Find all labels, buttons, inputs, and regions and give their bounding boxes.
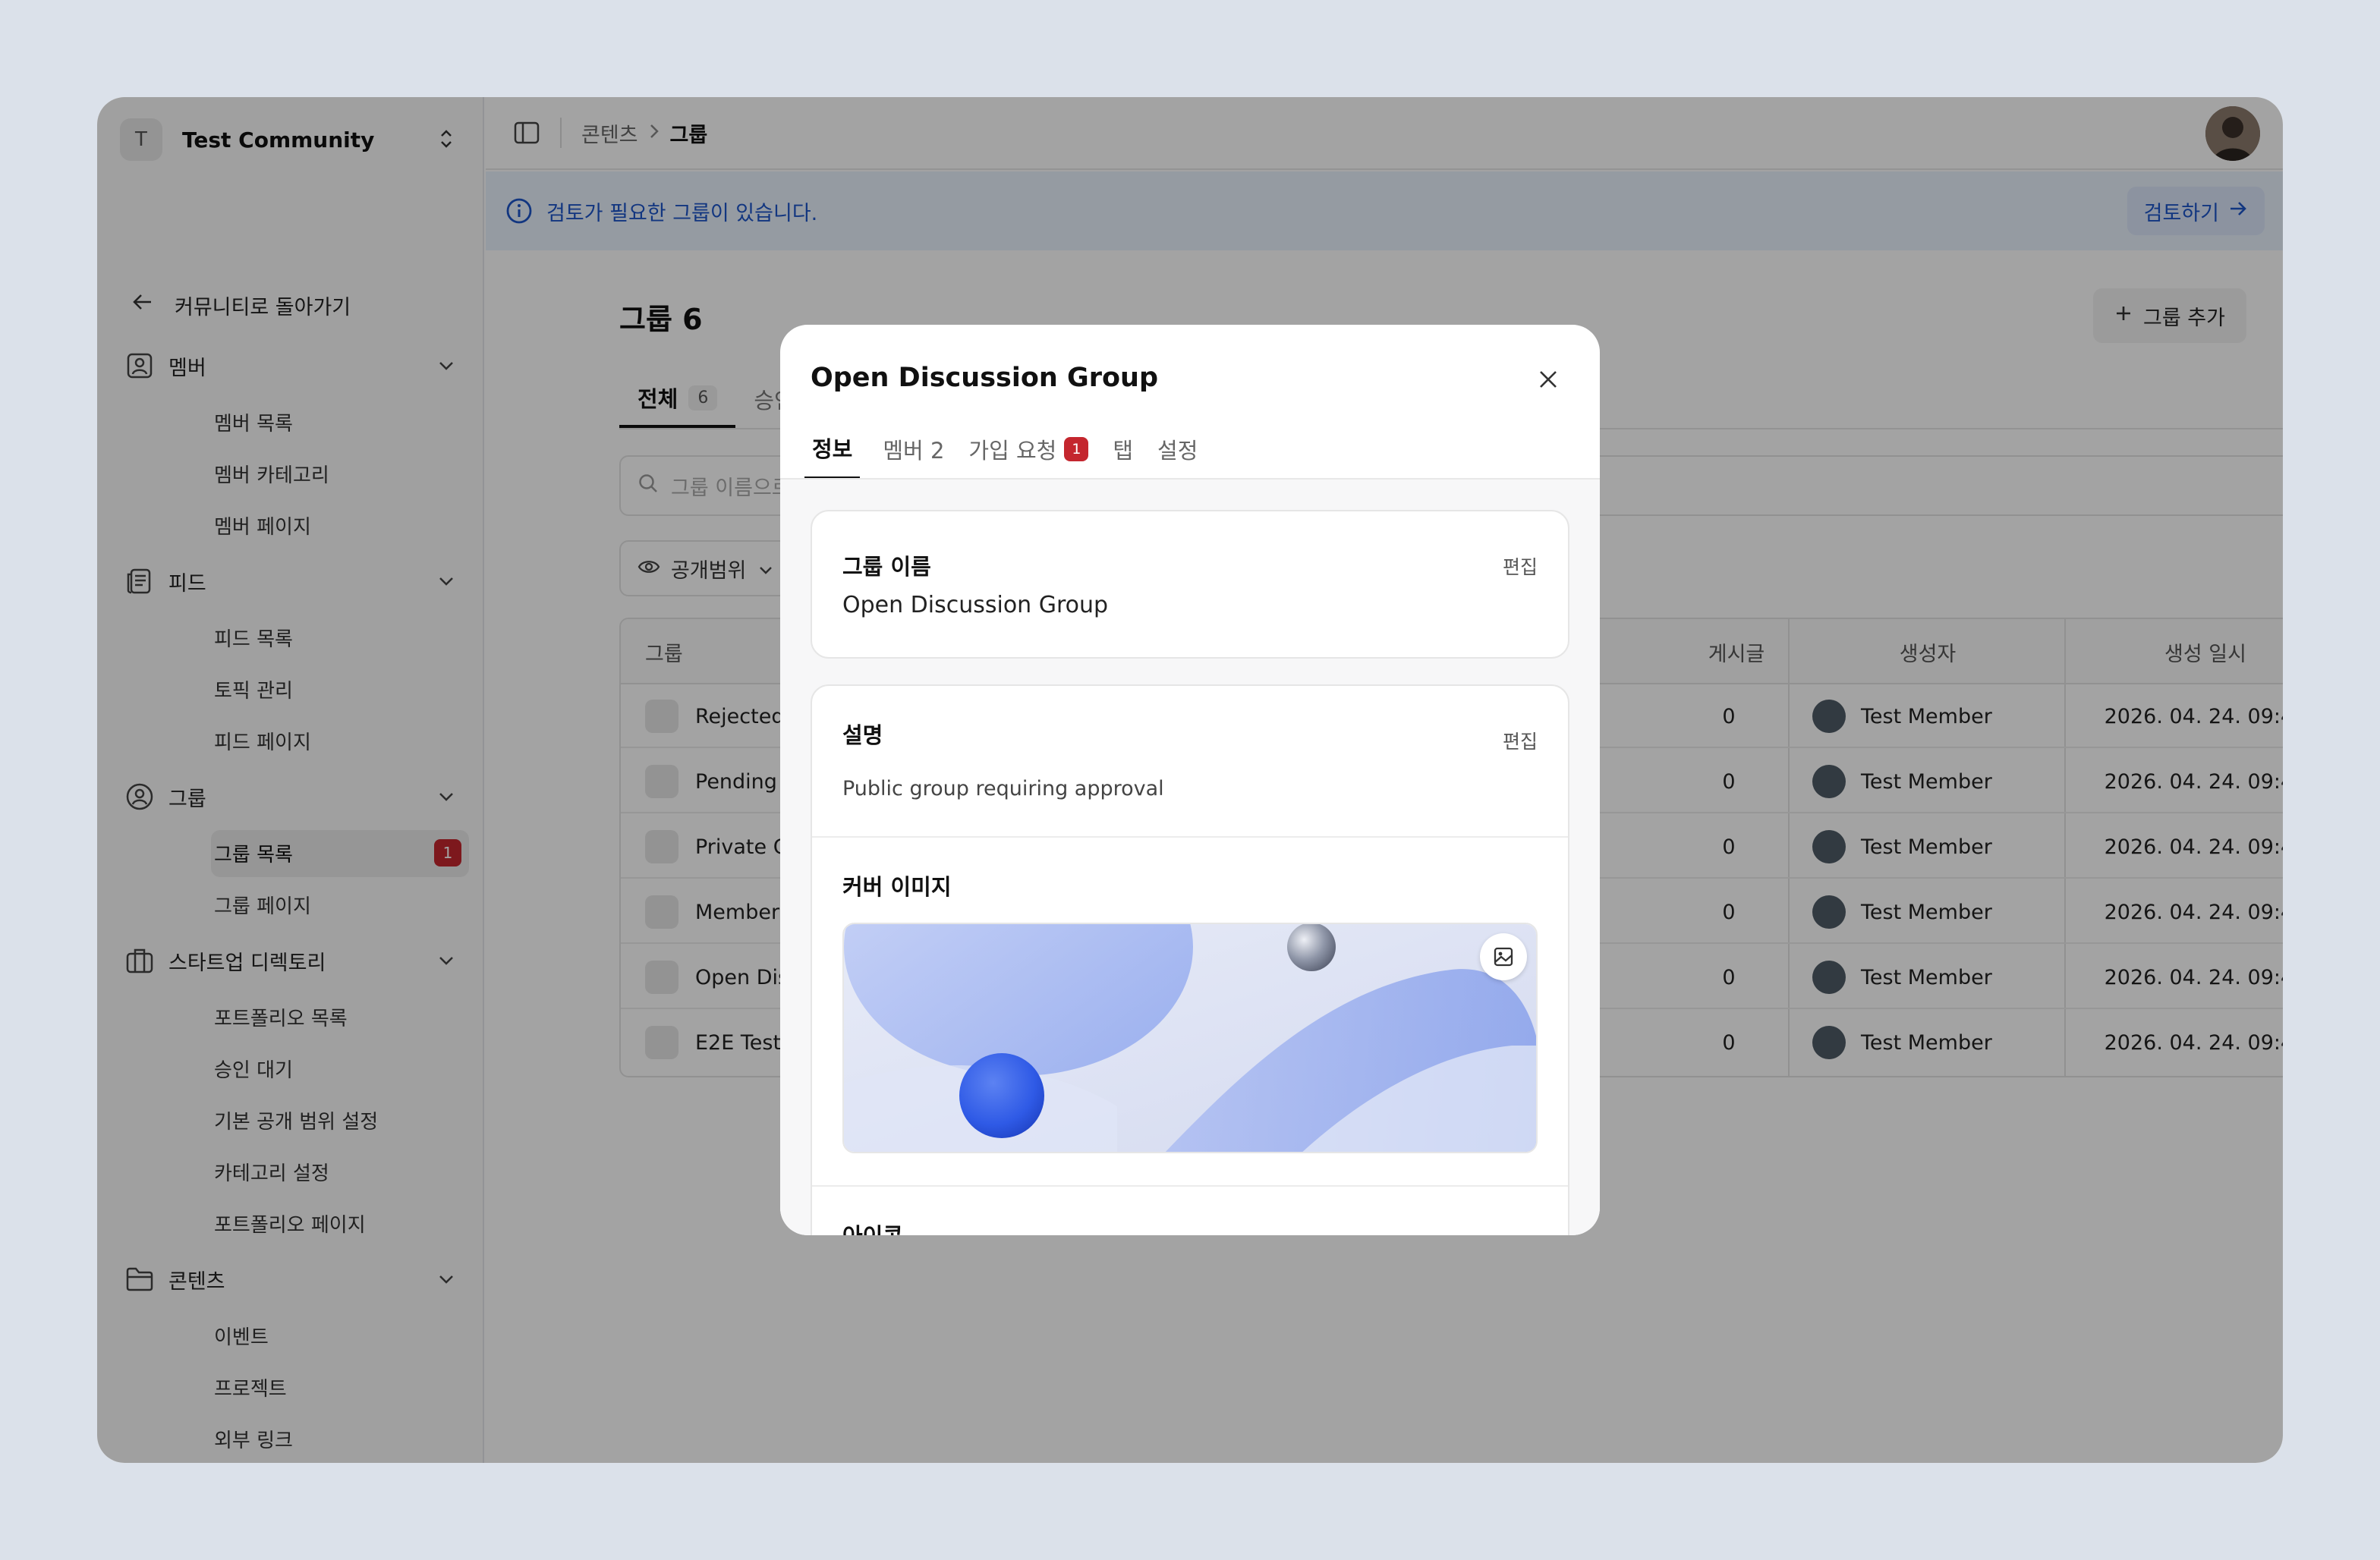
cover-image (842, 923, 1538, 1153)
modal-body: 그룹 이름 편집 Open Discussion Group 설명 편집 Pub… (780, 480, 1600, 1235)
details-card: 설명 편집 Public group requiring approval 커버… (811, 684, 1569, 1235)
image-icon (1494, 947, 1513, 967)
section-divider (812, 836, 1568, 838)
section-divider (812, 1185, 1568, 1187)
group-name-value: Open Discussion Group (842, 592, 1109, 618)
icon-label: 아이콘 (842, 1219, 903, 1235)
group-detail-modal: Open Discussion Group 정보 멤버 2 가입 요청 1 탭 … (780, 325, 1600, 1235)
tab-label: 탭 (1113, 438, 1134, 464)
modal-title: Open Discussion Group (811, 363, 1159, 393)
tab-label: 설정 (1157, 438, 1198, 464)
tab-members[interactable]: 멤버 2 (870, 419, 956, 480)
close-icon (1540, 371, 1557, 388)
tab-label: 가입 요청 (968, 438, 1057, 464)
tab-join-requests[interactable]: 가입 요청 1 (956, 419, 1100, 480)
cover-image-label: 커버 이미지 (842, 874, 952, 900)
close-button[interactable] (1527, 358, 1569, 401)
edit-description-button[interactable]: 편집 (1503, 727, 1538, 754)
tab-tabs[interactable]: 탭 (1100, 419, 1145, 480)
description-value: Public group requiring approval (842, 777, 1164, 800)
join-request-badge: 1 (1064, 437, 1089, 461)
tab-settings[interactable]: 설정 (1145, 419, 1210, 480)
group-name-card: 그룹 이름 편집 Open Discussion Group (811, 510, 1569, 659)
change-cover-button[interactable] (1480, 933, 1527, 980)
group-name-label: 그룹 이름 (842, 554, 931, 580)
modal-tabs: 정보 멤버 2 가입 요청 1 탭 설정 (804, 419, 1210, 480)
description-label: 설명 (842, 722, 883, 748)
tab-label: 멤버 2 (883, 438, 945, 464)
app-window: T Test Community 커뮤니티로 돌아가기 멤버 멤버 목록 멤버 … (97, 97, 2283, 1463)
edit-name-button[interactable]: 편집 (1503, 552, 1538, 580)
tab-label: 정보 (812, 436, 853, 462)
tab-info[interactable]: 정보 (804, 419, 861, 480)
